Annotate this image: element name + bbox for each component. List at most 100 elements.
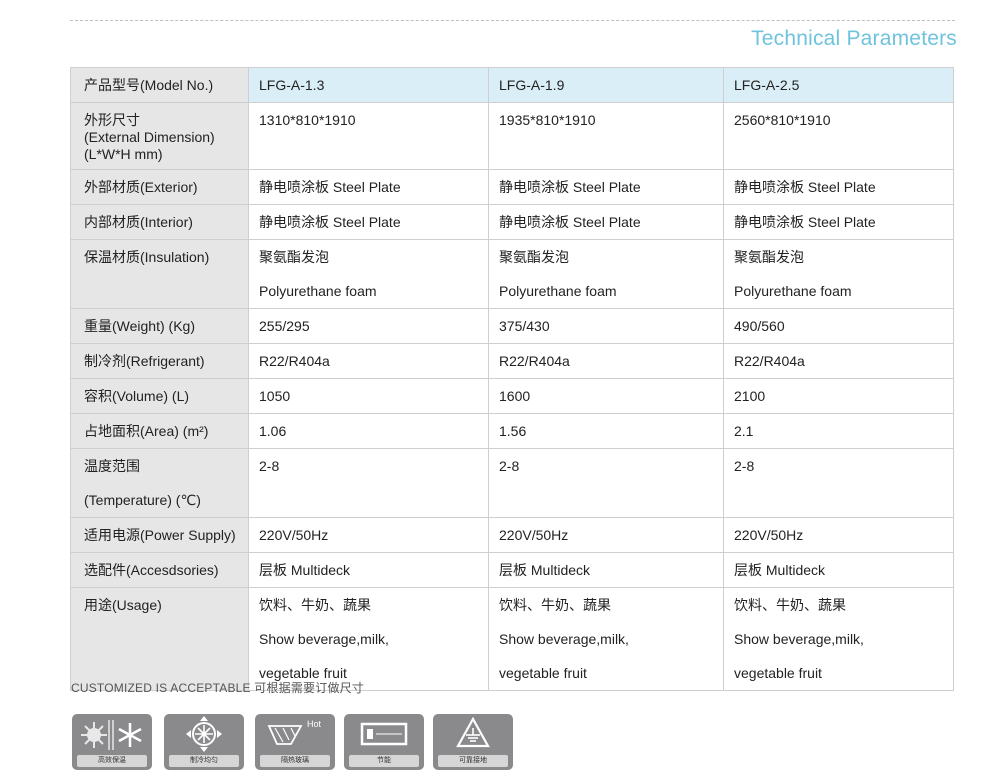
table-cell: 饮料、牛奶、蔬果 Show beverage,milk, vegetable fru… [723,587,954,691]
cell-text: Polyurethane foam [734,283,852,299]
cell-text: 1310*810*1910 [259,112,356,128]
row-label: 温度范围 (Temperature) (℃) [70,448,249,518]
table-row: 内部材质(Interior) 静电喷涂板 Steel Plate 静电喷涂板 Ste… [70,204,954,240]
cell-text: 聚氨酯发泡 [734,249,804,265]
row-label: 保温材质(Insulation) [70,239,249,309]
row-label: 占地面积(Area) (m²) [70,413,249,449]
cell-text: 2-8 [499,458,520,474]
row-label: 用途(Usage) [70,587,249,691]
table-cell: R22/R404a [723,343,954,379]
header-label: 产品型号(Model No.) [70,67,249,103]
cell-text: 1.06 [259,423,287,439]
row-label-line: 选配件(Accesdsories) [84,562,219,578]
table-row: 制冷剂(Refrigerant) R22/R404a R22/R404a R22/R4… [70,343,954,379]
row-label: 选配件(Accesdsories) [70,552,249,588]
row-label-line: 适用电源(Power Supply) [84,527,236,543]
row-label: 内部材质(Interior) [70,204,249,240]
cell-text: 静电喷涂板 Steel Plate [499,214,641,230]
table-cell: 2-8 [488,448,724,518]
table-cell: 2100 [723,378,954,414]
feature-caption: 节能 [349,755,419,767]
table-cell: 静电喷涂板 Steel Plate [248,204,489,240]
table-row: 外形尺寸 (External Dimension) (L*W*H mm) 1310*8… [70,102,954,170]
row-label-line: (L*W*H mm) [84,146,163,162]
cell-text: 静电喷涂板 Steel Plate [259,214,401,230]
table-cell: 1600 [488,378,724,414]
cell-text: 饮料、牛奶、蔬果 [734,597,846,613]
cell-text: 层板 Multideck [499,562,591,578]
table-cell: 375/430 [488,308,724,344]
table-cell: 聚氨酯发泡 Polyurethane foam [248,239,489,309]
cell-text: 1600 [499,388,531,404]
cell-text: 层板 Multideck [734,562,826,578]
cell-text: 1.56 [499,423,527,439]
row-label: 制冷剂(Refrigerant) [70,343,249,379]
row-label: 适用电源(Power Supply) [70,517,249,553]
cell-text: 层板 Multideck [259,562,351,578]
cell-text: 490/560 [734,318,785,334]
table-cell: 层板 Multideck [488,552,724,588]
cell-text: 聚氨酯发泡 [259,249,329,265]
table-cell: 静电喷涂板 Steel Plate [723,204,954,240]
row-label: 外部材质(Exterior) [70,169,249,205]
cell-text: Show beverage,milk, [259,631,389,647]
table-cell: 1.06 [248,413,489,449]
cell-text: 2.1 [734,423,754,439]
table-header-row: 产品型号(Model No.) LFG-A-1.3 LFG-A-1.9 LFG-… [70,67,954,103]
table-cell: 220V/50Hz [488,517,724,553]
table-cell: 2560*810*1910 [723,102,954,170]
row-label-line: 重量(Weight) (Kg) [84,318,195,334]
model-column-3: LFG-A-2.5 [723,67,954,103]
cell-text: 饮料、牛奶、蔬果 [499,597,611,613]
row-label-line: 容积(Volume) (L) [84,388,190,404]
energy-saving-icon: 节能 [344,714,424,770]
grounding-warning-icon: 可靠接地 [433,714,513,770]
model-column-1: LFG-A-1.3 [248,67,489,103]
cell-text: 2560*810*1910 [734,112,831,128]
table-row: 适用电源(Power Supply) 220V/50Hz 220V/50Hz 220V… [70,517,954,553]
table-row: 选配件(Accesdsories) 层板 Multideck 层板 Multidec… [70,552,954,588]
hot-badge: Hot [307,719,322,729]
row-label-line: 温度范围 [84,458,140,474]
cell-text: 静电喷涂板 Steel Plate [734,214,876,230]
table-row: 外部材质(Exterior) 静电喷涂板 Steel Plate 静电喷涂板 Ste… [70,169,954,205]
table-cell: 1310*810*1910 [248,102,489,170]
top-divider [70,20,955,21]
insulation-snowflake-icon: 高效保温 [72,714,152,770]
cell-text: 220V/50Hz [259,527,329,543]
cell-text: 2-8 [734,458,755,474]
table-cell: 层板 Multideck [723,552,954,588]
section-title: Technical Parameters [751,27,957,50]
table-cell: 静电喷涂板 Steel Plate [488,204,724,240]
table-row: 温度范围 (Temperature) (℃) 2-8 2-8 2-8 [70,448,954,518]
table-cell: 1050 [248,378,489,414]
cell-text: 2100 [734,388,766,404]
table-cell: 220V/50Hz [723,517,954,553]
feature-caption: 隔热玻璃 [260,755,330,767]
table-cell: 2-8 [723,448,954,518]
table-row: 占地面积(Area) (m²) 1.06 1.56 2.1 [70,413,954,449]
cell-text: vegetable fruit [499,665,587,681]
table-cell: 饮料、牛奶、蔬果 Show beverage,milk, vegetable fru… [248,587,489,691]
row-label-line: (Temperature) (℃) [84,492,201,508]
table-row: 重量(Weight) (Kg) 255/295 375/430 490/560 [70,308,954,344]
row-label-line: 占地面积(Area) (m²) [84,423,209,439]
row-label-line: 制冷剂(Refrigerant) [84,353,205,369]
customization-note: CUSTOMIZED IS ACCEPTABLE 可根据需要订做尺寸 [71,681,365,695]
row-label-line: 用途(Usage) [84,597,162,613]
row-label: 外形尺寸 (External Dimension) (L*W*H mm) [70,102,249,170]
cell-text: 静电喷涂板 Steel Plate [259,179,401,195]
table-row: 保温材质(Insulation) 聚氨酯发泡 Polyurethane foam 聚氨… [70,239,954,309]
table-cell: R22/R404a [488,343,724,379]
table-row: 容积(Volume) (L) 1050 1600 2100 [70,378,954,414]
cell-text: Show beverage,milk, [734,631,864,647]
table-cell: 490/560 [723,308,954,344]
cell-text: 静电喷涂板 Steel Plate [734,179,876,195]
row-label: 重量(Weight) (Kg) [70,308,249,344]
table-cell: 静电喷涂板 Steel Plate [723,169,954,205]
feature-caption: 高效保温 [77,755,147,767]
table-cell: 静电喷涂板 Steel Plate [488,169,724,205]
model-column-2: LFG-A-1.9 [488,67,724,103]
table-row: 用途(Usage) 饮料、牛奶、蔬果 Show beverage,milk, vege… [70,587,954,691]
table-cell: 220V/50Hz [248,517,489,553]
